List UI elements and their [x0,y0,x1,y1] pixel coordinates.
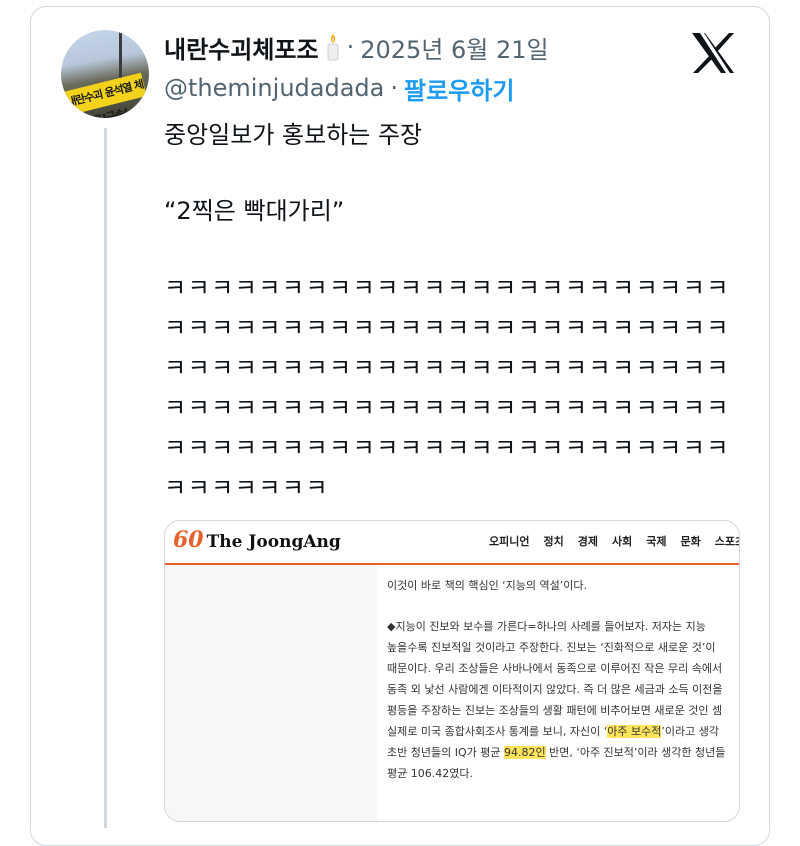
joongang-header: 60 The JoongAng 오피니언 정치 경제 사회 국제 문화 스포츠 [165,521,739,563]
tweet-text-line: “2찍은 빡대가리” [164,197,345,225]
handle[interactable]: @theminjudadada [164,74,384,102]
nav-item: 경제 [577,535,598,548]
logo-name: The JoongAng [206,532,341,552]
article-line: 동족 외 낯선 사람에겐 이타적이지 않았다. 즉 더 많은 세금과 소득 이전… [387,683,723,696]
joongang-nav: 오피니언 정치 경제 사회 국제 문화 스포츠 [489,533,739,549]
x-logo-icon[interactable] [690,32,736,74]
article-line: 평등을 주장하는 진보는 조상들의 생활 패턴에 비추어보면 새로운 것인 셈 [387,704,723,717]
candle-icon [325,33,341,61]
nav-item: 스포츠 [714,535,739,548]
nav-item: 정치 [543,535,564,548]
nav-item: 오피니언 [489,535,530,548]
article-line: ◆지능이 진보와 보수를 가른다=하나의 사례를 들어보자. 저자는 지능 [387,620,706,633]
attached-image[interactable]: 60 The JoongAng 오피니언 정치 경제 사회 국제 문화 스포츠 … [164,520,740,822]
avatar[interactable]: 내란수괴 윤석열 체포!구속! [61,30,149,118]
tweet-text: 중앙일보가 홍보하는 주장 “2찍은 빡대가리” ㅋㅋㅋㅋㅋㅋㅋㅋㅋㅋㅋㅋㅋㅋㅋ… [164,116,744,508]
highlight: 아주 보수적 [607,725,662,738]
nav-item: 국제 [646,535,667,548]
follow-button[interactable]: 팔로우하기 [404,71,514,106]
article-line: 때문이다. 우리 조상들은 사바나에서 동족으로 이루어진 작은 무리 속에서 [387,662,723,675]
logo-number: 60 [173,527,204,553]
separator-dot: · [346,33,355,61]
tweet-date[interactable]: 2025년 6월 21일 [360,30,548,65]
article-line: 높을수록 진보적일 것이라고 주장한다. 진보는 ‘진화적으로 새로운 것’이 [387,641,716,654]
display-name[interactable]: 내란수괴체포조 [164,30,319,65]
laugh-text: ㅋㅋㅋㅋㅋㅋㅋㅋㅋㅋㅋㅋㅋㅋㅋㅋㅋㅋㅋㅋㅋㅋㅋㅋㅋㅋㅋㅋㅋㅋㅋㅋㅋㅋㅋㅋㅋㅋㅋㅋ… [164,274,730,502]
nav-item: 사회 [611,535,633,548]
article-text: 이것이 바로 책의 핵심인 ‘지능의 역설’이다. ◆지능이 진보와 보수를 가… [387,565,739,784]
article-line: 실제로 미국 종합사회조사 통계를 보니, 자신이 ‘아주 보수적’이라고 생각 [387,725,719,738]
faded-line [387,565,739,575]
article-image-area [165,565,377,821]
handle-row: @theminjudadada · 팔로우하기 [164,71,514,106]
joongang-logo: 60 The JoongAng [173,527,341,553]
article-line: 이것이 바로 책의 핵심인 ‘지능의 역설’이다. [387,579,588,592]
author-row: 내란수괴체포조 · 2025년 6월 21일 [164,30,549,64]
nav-item: 문화 [680,535,701,548]
separator-dot: · [390,74,398,102]
article-line: 초반 청년들의 IQ가 평균 94.82인 반면, ‘아주 진보적’이라 생각한… [387,746,726,759]
article-line: 평균 106.42였다. [387,767,473,780]
thread-line [104,128,107,828]
highlight: 94.82인 [503,746,546,759]
tweet-text-line: 중앙일보가 홍보하는 주장 [164,121,423,149]
